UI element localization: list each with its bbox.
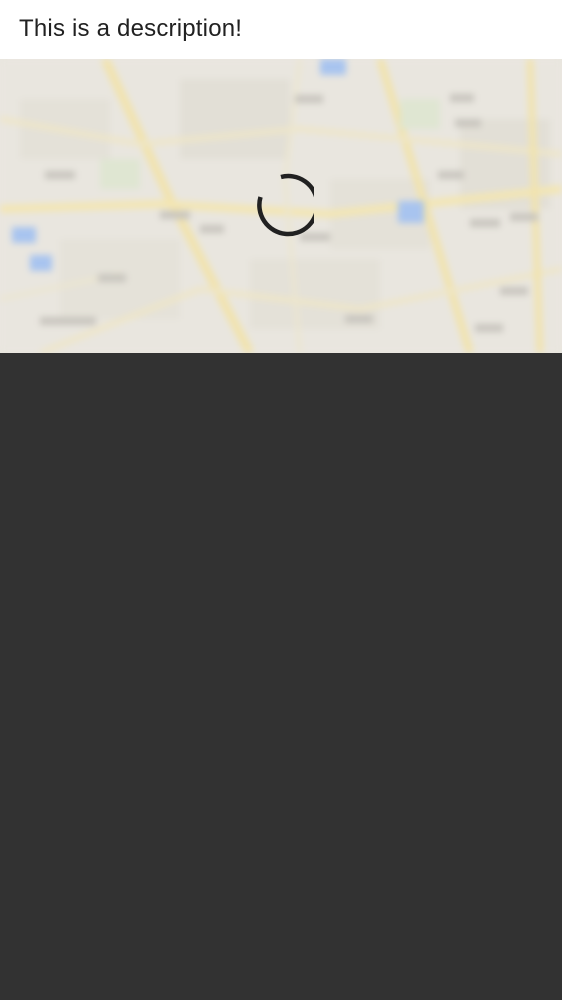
content-background bbox=[0, 353, 562, 1000]
loading-spinner-icon bbox=[257, 173, 314, 237]
map-view[interactable] bbox=[0, 59, 562, 353]
header-bar: This is a description! bbox=[0, 0, 562, 59]
description-text: This is a description! bbox=[19, 15, 243, 42]
